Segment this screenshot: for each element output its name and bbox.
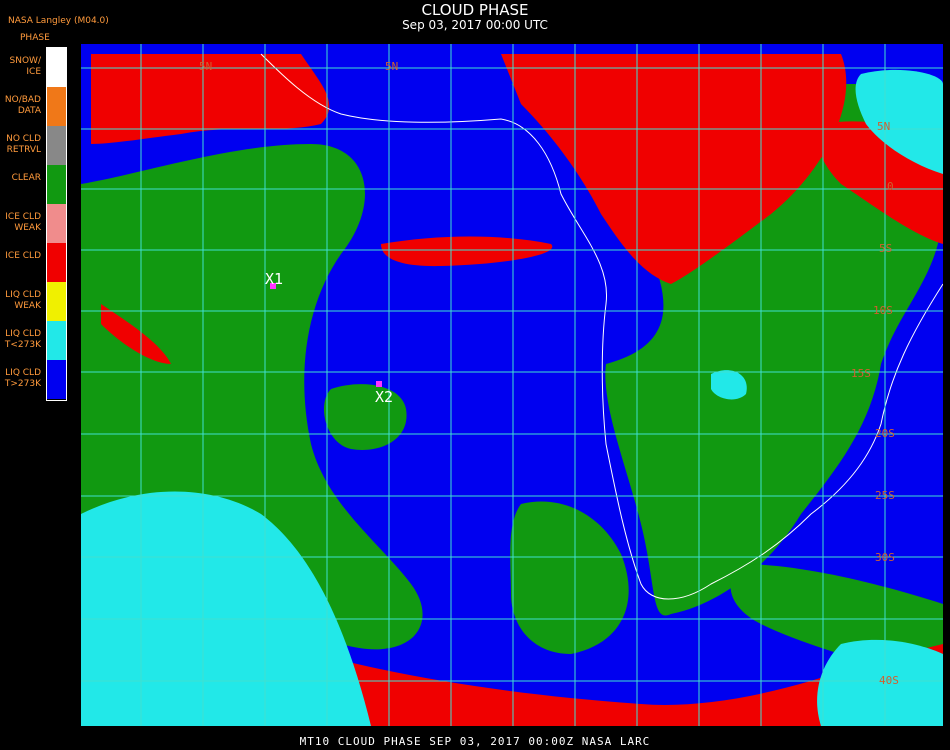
map-title: CLOUD PHASE	[421, 1, 529, 19]
map-canvas: 5N 5N 5N 0 5S 10S 15S 20S 25S 30S 40S X1…	[81, 44, 943, 726]
legend-label: NO CLD RETRVL	[6, 134, 41, 155]
grid-label: 5N	[385, 60, 398, 73]
grid-label: 0	[887, 180, 894, 193]
legend-label: CLEAR	[11, 173, 41, 183]
producer-label: NASA Langley (M04.0)	[8, 16, 109, 26]
marker-x1-label: X1	[265, 270, 283, 288]
grid-label: 10S	[873, 304, 893, 317]
grid-label: 15S	[851, 367, 871, 380]
marker-x2-point	[376, 381, 382, 387]
grid-label: 25S	[875, 489, 895, 502]
legend-label: ICE CLD	[5, 251, 41, 261]
map-timestamp: Sep 03, 2017 00:00 UTC	[402, 18, 548, 32]
legend-label: SNOW/ ICE	[9, 56, 41, 77]
product-footer: MT10 CLOUD PHASE SEP 03, 2017 00:00Z NAS…	[299, 735, 651, 748]
legend-title: PHASE	[20, 33, 50, 43]
legend-label: LIQ CLD T>273K	[4, 368, 41, 389]
grid-label: 5N	[877, 120, 890, 133]
grid-label: 30S	[875, 551, 895, 564]
grid-label: 20S	[875, 427, 895, 440]
legend-label: ICE CLD WEAK	[5, 212, 41, 233]
island-clear-area	[323, 384, 407, 450]
legend-label: NO/BAD DATA	[4, 95, 41, 116]
marker-x2-label: X2	[375, 388, 393, 406]
legend-label: LIQ CLD WEAK	[5, 290, 41, 311]
grid-label: 5S	[879, 242, 892, 255]
grid-label: 40S	[879, 674, 899, 687]
cloud-phase-map: 5N 5N 5N 0 5S 10S 15S 20S 25S 30S 40S X1…	[81, 44, 943, 726]
legend-label: LIQ CLD T<273K	[4, 329, 41, 350]
legend-frame	[46, 47, 67, 401]
grid-label: 5N	[199, 60, 212, 73]
